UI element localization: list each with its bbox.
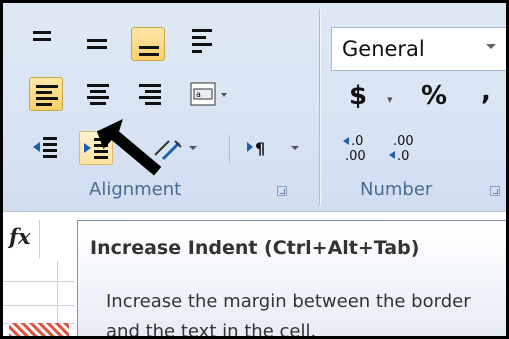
group-separator — [319, 9, 320, 205]
orientation-icon — [154, 140, 197, 161]
merge-center-icon: a — [190, 82, 227, 106]
wrap-text-button[interactable] — [187, 25, 221, 59]
top-align-button[interactable] — [29, 25, 63, 59]
center-button[interactable] — [81, 77, 115, 111]
align-text-right-icon — [133, 77, 167, 111]
decrease-indent-icon — [33, 137, 57, 158]
chevron-down-icon[interactable] — [486, 44, 496, 49]
svg-text:¶: ¶ — [255, 139, 265, 158]
increase-decimal-button[interactable]: .0 .00 — [341, 129, 381, 169]
decrease-decimal-button[interactable]: .00 .0 — [387, 129, 427, 169]
svg-text:.00: .00 — [345, 149, 366, 164]
orientation-button[interactable] — [149, 131, 199, 165]
align-middle-icon — [83, 27, 117, 61]
toolbar-separator — [229, 135, 230, 163]
increase-decimal-icon: .0 .00 — [343, 134, 366, 164]
worksheet-grid[interactable] — [3, 261, 75, 336]
tooltip-title: Increase Indent (Ctrl+Alt+Tab) — [90, 237, 420, 259]
number-group-label: Number — [360, 179, 433, 200]
tooltip-body: Increase the margin between the border a… — [106, 291, 471, 339]
increase-indent-icon — [84, 138, 108, 159]
middle-align-button[interactable] — [83, 27, 117, 61]
selected-cells[interactable] — [9, 323, 69, 336]
decrease-decimal-icon: .00 .0 — [389, 134, 414, 164]
currency-button[interactable]: $ — [349, 81, 367, 111]
svg-text:.0: .0 — [397, 149, 409, 164]
align-text-left-icon — [30, 78, 62, 110]
ribbon: a ¶ Alignment General $ ▾ % , .0 .00 .00… — [3, 3, 506, 211]
text-direction-icon: ¶ — [247, 139, 299, 158]
formula-divider — [39, 220, 40, 258]
align-bottom-icon — [132, 28, 164, 60]
svg-text:.0: .0 — [351, 134, 363, 149]
wrap-text-icon — [187, 25, 221, 59]
alignment-group-label: Alignment — [89, 179, 182, 200]
tooltip: Increase Indent (Ctrl+Alt+Tab) Increase … — [77, 220, 506, 339]
text-direction-button[interactable]: ¶ — [241, 131, 305, 165]
number-format-value: General — [342, 37, 425, 61]
dialog-launcher-icon[interactable] — [277, 186, 287, 196]
bottom-align-button[interactable] — [131, 27, 165, 61]
chevron-down-icon[interactable]: ▾ — [387, 93, 393, 106]
align-top-icon — [29, 25, 63, 59]
decrease-indent-button[interactable] — [29, 131, 63, 165]
svg-text:a: a — [196, 90, 201, 99]
dialog-launcher-icon[interactable] — [490, 186, 500, 196]
number-format-combo[interactable]: General — [331, 27, 506, 71]
align-left-button[interactable] — [29, 77, 63, 111]
align-text-center-icon — [81, 77, 115, 111]
increase-indent-button[interactable] — [79, 131, 113, 165]
svg-text:.00: .00 — [393, 134, 414, 149]
comma-style-button[interactable]: , — [481, 77, 491, 107]
merge-center-button[interactable]: a — [187, 77, 227, 111]
screenshot-frame: a ¶ Alignment General $ ▾ % , .0 .00 .00… — [0, 0, 509, 339]
percent-button[interactable]: % — [421, 81, 447, 111]
align-right-button[interactable] — [133, 77, 167, 111]
insert-function-button[interactable]: fx — [9, 224, 31, 249]
